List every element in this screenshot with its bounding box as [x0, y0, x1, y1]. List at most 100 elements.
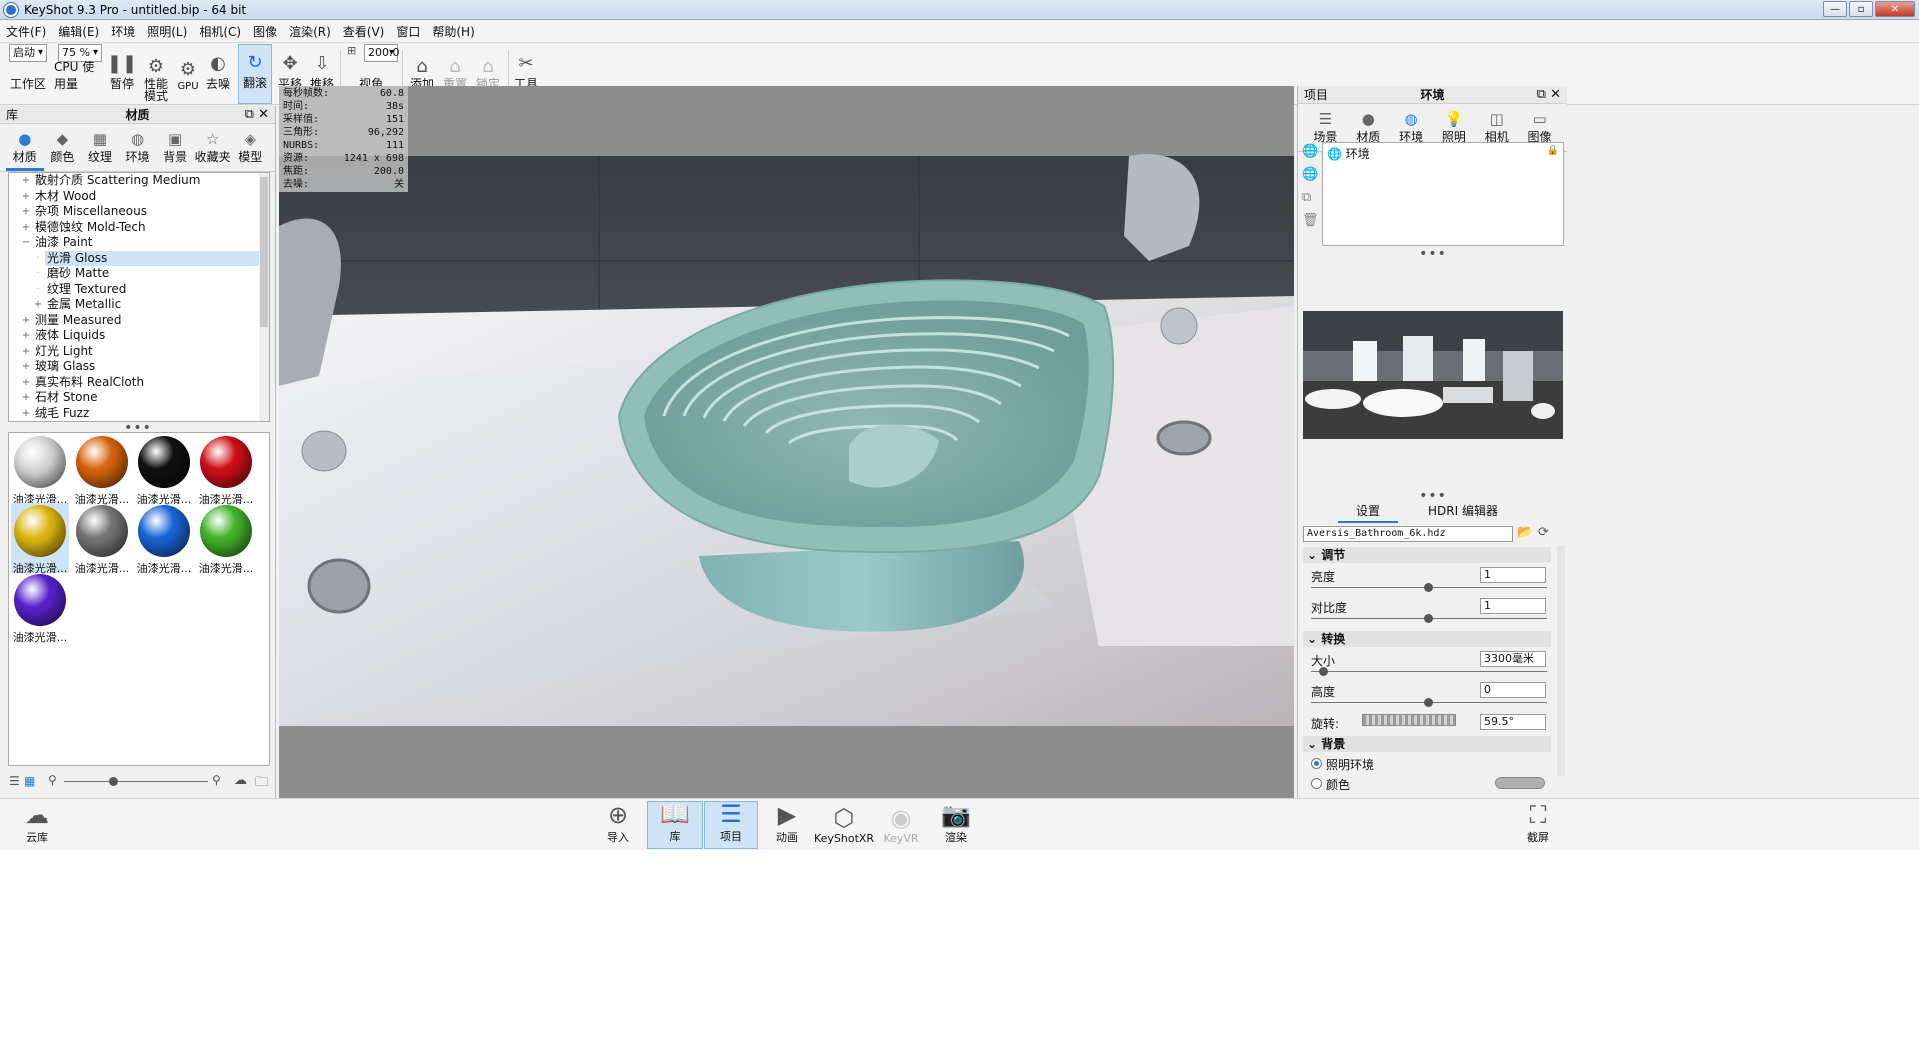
- material-thumbnail[interactable]: 油漆光滑...: [11, 503, 69, 575]
- tab-background[interactable]: ▣ 背景: [156, 128, 194, 171]
- close-panel-icon[interactable]: ✕: [258, 107, 269, 122]
- close-button[interactable]: ✕: [1875, 1, 1915, 17]
- animation-button[interactable]: ▶ 动画: [768, 801, 806, 849]
- thumbnail-size-slider[interactable]: [64, 781, 208, 782]
- import-button[interactable]: ⊕ 导入: [600, 801, 636, 849]
- denoise-button[interactable]: ◐ 去噪: [204, 44, 232, 104]
- tree-item[interactable]: + 灯光 Light: [9, 344, 269, 360]
- undock-icon[interactable]: ⧉: [245, 107, 254, 122]
- section-adjust[interactable]: ⌄ 调节: [1303, 547, 1551, 563]
- menu-item-8[interactable]: 窗口: [390, 23, 426, 40]
- keyvr-button[interactable]: ◉ KeyVR: [882, 801, 920, 849]
- tab-model[interactable]: ◈ 模型: [231, 128, 269, 171]
- material-thumbnail[interactable]: 油漆光滑...: [73, 434, 131, 506]
- menu-item-3[interactable]: 照明(L): [141, 23, 193, 40]
- render-viewport[interactable]: 每秒帧数: 60.8 时间: 38s 采样值: 151 三角形: 96,292 NURBS: 11…: [279, 86, 1294, 798]
- undock-icon[interactable]: ⧉: [1537, 87, 1546, 102]
- list-view-icon[interactable]: ☰: [9, 774, 20, 788]
- menu-item-2[interactable]: 环境: [105, 23, 141, 40]
- tree-item[interactable]: + 模德蚀纹 Mold-Tech: [9, 220, 269, 236]
- open-folder-icon[interactable]: 📂: [1517, 525, 1533, 540]
- duplicate-environment-icon[interactable]: 🌐: [1302, 167, 1319, 182]
- tree-scrollbar[interactable]: [259, 173, 269, 421]
- tree-item[interactable]: + 液体 Liquids: [9, 328, 269, 344]
- size-slider[interactable]: [1311, 671, 1547, 672]
- size-slider-knob[interactable]: [1319, 667, 1328, 676]
- tree-item[interactable]: + 绒毛 Fuzz: [9, 406, 269, 422]
- size-input[interactable]: 3300毫米: [1480, 651, 1546, 667]
- tree-item[interactable]: − 油漆 Paint: [9, 235, 269, 251]
- zoom-out-icon[interactable]: ⚲: [48, 773, 57, 787]
- menu-item-0[interactable]: 文件(F): [0, 23, 52, 40]
- splitter-dots[interactable]: •••: [1298, 246, 1568, 262]
- bg-color-radio[interactable]: [1311, 778, 1322, 789]
- brightness-slider-knob[interactable]: [1424, 583, 1433, 592]
- material-thumbnail[interactable]: 油漆光滑...: [11, 434, 69, 506]
- lock-icon[interactable]: 🔒: [1547, 145, 1559, 156]
- minimize-button[interactable]: —: [1823, 1, 1847, 17]
- upload-cloud-icon[interactable]: ☁: [234, 773, 247, 788]
- expand-icon[interactable]: +: [21, 375, 31, 391]
- expand-icon[interactable]: +: [21, 344, 31, 360]
- render-button[interactable]: 📷 渲染: [937, 801, 975, 849]
- tab-texture[interactable]: ▦ 纹理: [81, 128, 119, 171]
- material-thumbnail[interactable]: 油漆光滑...: [135, 503, 193, 575]
- cloud-library-button[interactable]: ☁ 云库: [18, 801, 56, 849]
- tab-material[interactable]: ● 材质: [6, 128, 44, 171]
- slider-knob[interactable]: [109, 777, 118, 786]
- tab-environment[interactable]: ◍ 环境: [119, 128, 157, 171]
- menu-item-9[interactable]: 帮助(H): [426, 23, 480, 40]
- import-folder-icon[interactable]: 🗀: [255, 773, 268, 795]
- maximize-button[interactable]: ▫: [1849, 1, 1873, 17]
- expand-icon[interactable]: +: [21, 328, 31, 344]
- menu-item-5[interactable]: 图像: [247, 23, 283, 40]
- brightness-input[interactable]: 1: [1480, 567, 1546, 583]
- tree-item[interactable]: · 光滑 Gloss: [36, 250, 269, 266]
- panel-scrollbar[interactable]: [1557, 546, 1565, 776]
- bg-color-swatch[interactable]: [1495, 777, 1545, 789]
- tree-item[interactable]: + 测量 Measured: [9, 313, 269, 329]
- tree-item[interactable]: + 散射介质 Scattering Medium: [9, 173, 269, 189]
- menu-item-6[interactable]: 渲染(R): [283, 23, 337, 40]
- tree-item[interactable]: + 玻璃 Glass: [9, 359, 269, 375]
- height-slider-knob[interactable]: [1424, 698, 1433, 707]
- tree-item[interactable]: + 金属 Metallic: [9, 297, 269, 313]
- expand-icon[interactable]: +: [33, 297, 43, 313]
- environment-list-item[interactable]: 🌐 环境: [1327, 145, 1370, 162]
- copy-environment-icon[interactable]: ⧉: [1302, 190, 1319, 205]
- rotation-input[interactable]: 59.5°: [1480, 714, 1546, 730]
- expand-icon[interactable]: +: [21, 406, 31, 422]
- gpu-button[interactable]: ⚙ GPU: [175, 44, 201, 104]
- tree-item[interactable]: + 木材 Wood: [9, 189, 269, 205]
- add-environment-icon[interactable]: 🌐: [1302, 144, 1319, 159]
- contrast-input[interactable]: 1: [1480, 598, 1546, 614]
- tumble-button[interactable]: ↻ 翻滚: [238, 44, 272, 104]
- bg-lighting-env-radio[interactable]: [1311, 758, 1322, 769]
- material-thumbnail[interactable]: 油漆光滑...: [135, 434, 193, 506]
- expand-icon[interactable]: +: [21, 204, 31, 220]
- section-background[interactable]: ⌄ 背景: [1303, 736, 1551, 752]
- expand-icon[interactable]: +: [21, 220, 31, 236]
- expand-icon[interactable]: +: [21, 359, 31, 375]
- screenshot-button[interactable]: ⛶ 截屏: [1519, 801, 1557, 849]
- expand-icon[interactable]: +: [21, 390, 31, 406]
- material-thumbnail[interactable]: 油漆光滑...: [197, 503, 255, 575]
- delete-icon[interactable]: 🗑: [1302, 213, 1319, 228]
- zoom-in-icon[interactable]: ⚲: [212, 773, 221, 787]
- rotation-jog-dial[interactable]: [1362, 714, 1456, 726]
- expand-icon[interactable]: +: [21, 189, 31, 205]
- tree-item[interactable]: + 杂项 Miscellaneous: [9, 204, 269, 220]
- performance-mode-button[interactable]: ⚙ 性能 模式: [140, 44, 172, 104]
- contrast-slider-knob[interactable]: [1424, 614, 1433, 623]
- hdri-preview[interactable]: [1303, 311, 1563, 439]
- height-input[interactable]: 0: [1480, 682, 1546, 698]
- hdr-file-field[interactable]: Aversis_Bathroom_6k.hdz: [1303, 526, 1513, 542]
- refresh-icon[interactable]: ⟳: [1538, 525, 1549, 540]
- menu-item-7[interactable]: 查看(V): [337, 23, 391, 40]
- grid-view-icon[interactable]: ▦: [24, 774, 35, 788]
- expand-icon[interactable]: +: [21, 173, 31, 189]
- pause-button[interactable]: ❚❚ 暂停: [107, 44, 137, 104]
- tab-hdri-editor[interactable]: HDRI 编辑器: [1428, 502, 1498, 523]
- material-thumbnail[interactable]: 油漆光滑...: [73, 503, 131, 575]
- menu-item-4[interactable]: 相机(C): [193, 23, 247, 40]
